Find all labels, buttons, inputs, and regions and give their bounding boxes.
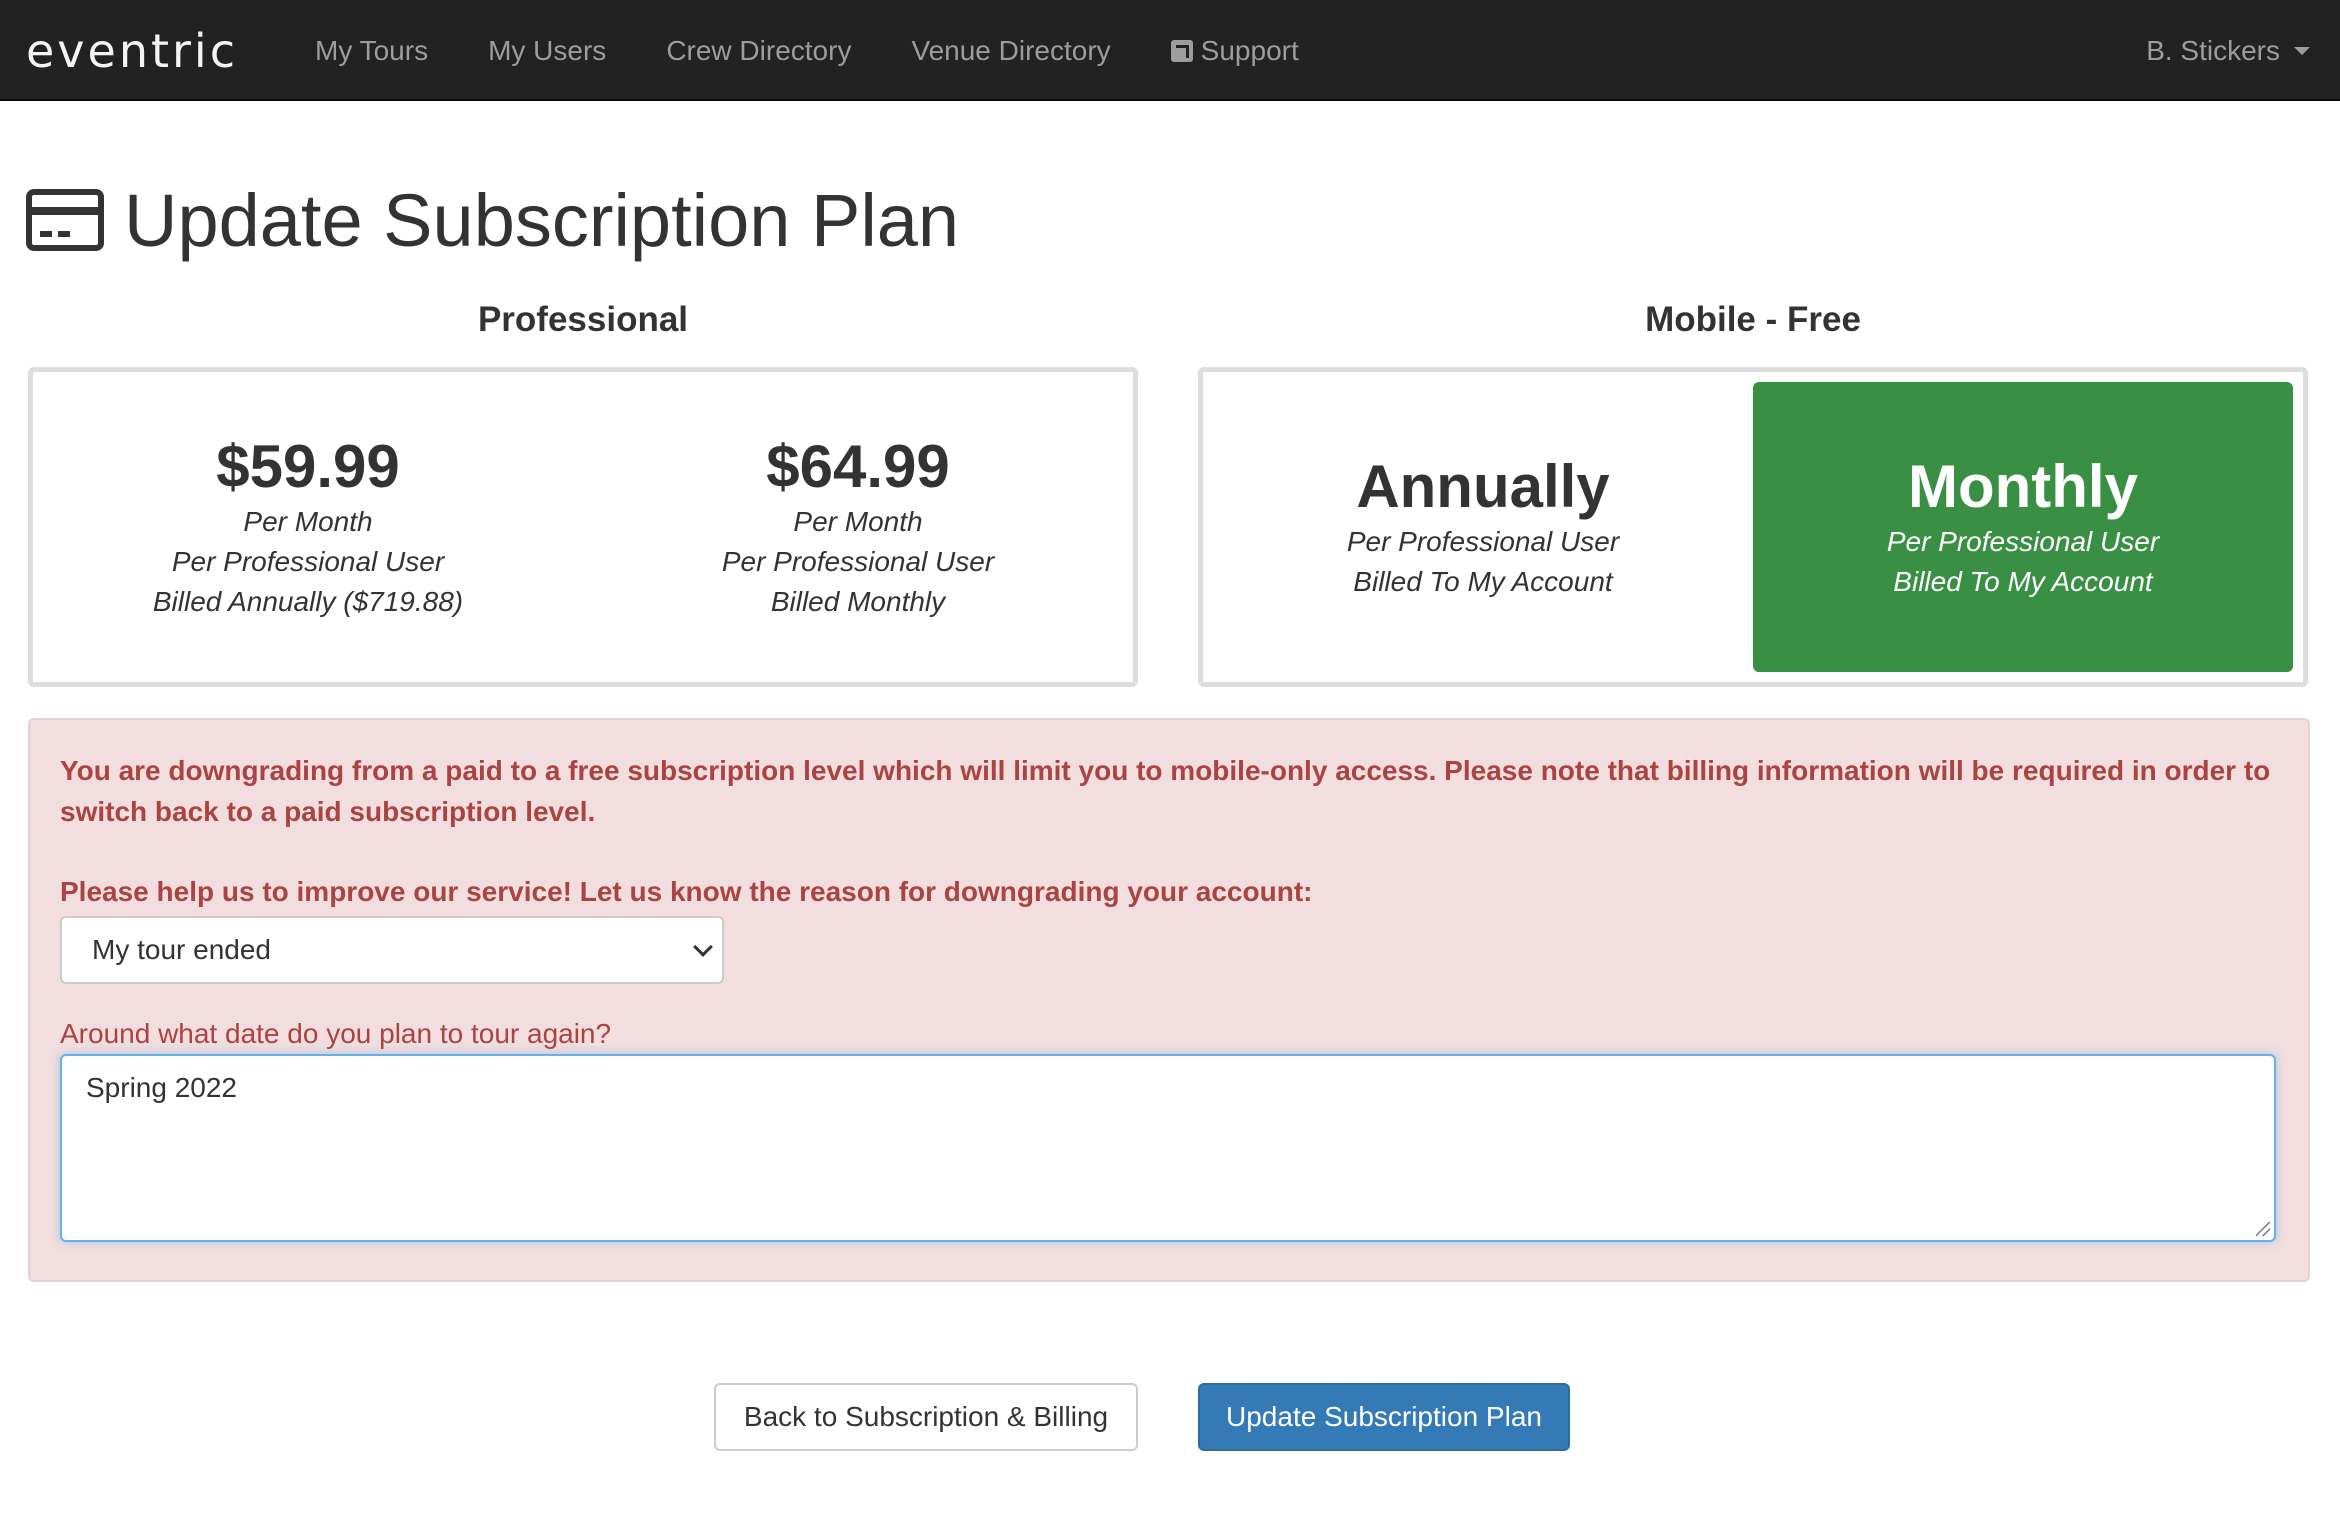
plan-cycle-title: Annually xyxy=(1356,453,1610,520)
chevron-down-icon xyxy=(693,937,713,957)
nav-link-label: My Users xyxy=(488,34,607,66)
mobile-free-heading: Mobile - Free xyxy=(1645,300,1861,339)
nav-link-venue-directory[interactable]: Venue Directory xyxy=(881,35,1140,67)
page-title: Update Subscription Plan xyxy=(124,178,960,262)
professional-annual-option[interactable]: $59.99 Per Month Per Professional User B… xyxy=(33,372,583,682)
reason-label: Please help us to improve our service! L… xyxy=(60,876,1313,907)
tour-date-value: Spring 2022 xyxy=(86,1072,238,1103)
external-link-icon xyxy=(1170,39,1193,62)
price: $64.99 xyxy=(766,433,950,500)
billing-cycle: Billed Monthly xyxy=(770,586,946,617)
caret-down-icon xyxy=(2294,46,2310,55)
nav-link-my-tours[interactable]: My Tours xyxy=(285,35,458,67)
billing-cycle: Billed To My Account xyxy=(1893,566,2153,597)
downgrade-alert: You are downgrading from a paid to a fre… xyxy=(28,718,2310,1282)
nav-link-label: Venue Directory xyxy=(911,34,1111,66)
mobile-monthly-option[interactable]: Monthly Per Professional User Billed To … xyxy=(1753,382,2293,672)
nav-links: My Tours My Users Crew Directory Venue D… xyxy=(285,0,1329,101)
reason-selected-value: My tour ended xyxy=(92,934,271,965)
nav-link-label: Crew Directory xyxy=(666,34,852,66)
nav-link-label: Support xyxy=(1200,34,1299,66)
professional-heading: Professional xyxy=(477,300,689,339)
billing-cycle: Billed Annually ($719.88) xyxy=(152,586,464,617)
tour-date-textarea[interactable]: Spring 2022 xyxy=(60,1054,2276,1242)
price: $59.99 xyxy=(216,433,400,500)
price-unit: Per Professional User xyxy=(1886,526,2160,557)
price-unit: Per Professional User xyxy=(1346,526,1620,557)
downgrade-message: You are downgrading from a paid to a fre… xyxy=(60,755,2271,827)
reason-select[interactable]: My tour ended xyxy=(60,916,724,984)
professional-plan-box: $59.99 Per Month Per Professional User B… xyxy=(28,367,1138,687)
back-to-billing-button[interactable]: Back to Subscription & Billing xyxy=(714,1383,1138,1451)
navbar: eventric My Tours My Users Crew Director… xyxy=(0,0,2340,101)
date-label: Around what date do you plan to tour aga… xyxy=(60,1018,612,1049)
logo-text: eventric xyxy=(26,24,238,78)
page-title-row: Update Subscription Plan xyxy=(26,170,959,270)
price-period: Per Month xyxy=(793,506,923,537)
update-subscription-button[interactable]: Update Subscription Plan xyxy=(1198,1383,1570,1451)
mobile-annual-option[interactable]: Annually Per Professional User Billed To… xyxy=(1203,372,1763,682)
user-menu[interactable]: B. Stickers xyxy=(2146,0,2310,101)
nav-link-my-users[interactable]: My Users xyxy=(458,35,636,67)
credit-card-icon xyxy=(26,189,104,251)
price-unit: Per Professional User xyxy=(171,546,445,577)
nav-link-label: My Tours xyxy=(315,34,429,66)
plan-cycle-title: Monthly xyxy=(1908,453,2138,520)
professional-monthly-option[interactable]: $64.99 Per Month Per Professional User B… xyxy=(583,372,1133,682)
price-unit: Per Professional User xyxy=(721,546,995,577)
mobile-plan-box: Annually Per Professional User Billed To… xyxy=(1198,367,2308,687)
nav-link-crew-directory[interactable]: Crew Directory xyxy=(636,35,881,67)
resize-handle-icon[interactable] xyxy=(2256,1222,2270,1236)
price-period: Per Month xyxy=(243,506,373,537)
nav-link-support[interactable]: Support xyxy=(1141,35,1329,67)
billing-cycle: Billed To My Account xyxy=(1353,566,1613,597)
eventric-logo[interactable]: eventric xyxy=(26,28,238,74)
user-name: B. Stickers xyxy=(2146,34,2280,66)
